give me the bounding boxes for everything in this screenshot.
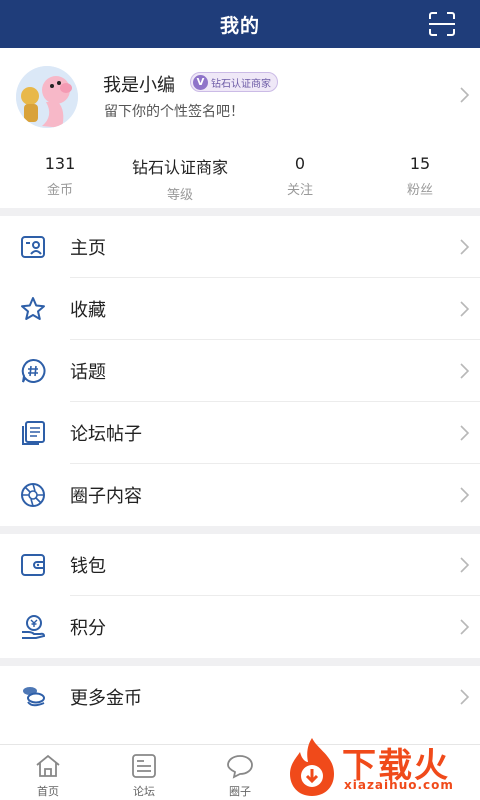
tab-circle[interactable]: 圈子 [192, 745, 288, 800]
watermark-logo: 下载火 xiazaihuo.com [282, 734, 480, 800]
menu-label: 积分 [70, 618, 106, 639]
menu-label: 话题 [70, 362, 106, 383]
chevron-right-icon [460, 425, 470, 441]
aperture-icon [21, 483, 45, 507]
stat-value: 15 [409, 154, 431, 173]
star-icon [21, 297, 45, 320]
avatar[interactable] [16, 66, 78, 128]
stat-coins[interactable]: 131 金币 [0, 146, 120, 208]
stat-label: 粉丝 [406, 183, 433, 198]
hashtag-icon [21, 358, 46, 383]
homepage-card-icon [21, 236, 45, 258]
top-nav-bar: 我的 [0, 0, 480, 48]
menu-label: 钱包 [70, 556, 106, 577]
tab-forum[interactable]: 论坛 [96, 745, 192, 800]
menu-item-forum-posts[interactable]: 论坛帖子 [0, 402, 480, 464]
flame-logo-icon [290, 738, 334, 796]
coins-icon [23, 687, 45, 707]
verified-v-icon: V [193, 74, 208, 90]
stat-label: 等级 [166, 188, 193, 203]
stats-row: 131 金币 钻石认证商家 等级 0 关注 15 粉丝 [0, 146, 480, 208]
menu-item-wallet[interactable]: 钱包 [0, 534, 480, 596]
tab-label: 论坛 [133, 785, 155, 798]
chevron-right-icon [460, 619, 470, 635]
stat-following[interactable]: 0 关注 [240, 146, 360, 208]
avatar-image [16, 66, 78, 128]
chat-bubble-icon [227, 755, 253, 779]
chevron-right-icon [460, 557, 470, 573]
tab-label: 圈子 [229, 785, 251, 798]
watermark-url: xiazaihuo.com [344, 778, 454, 792]
section-separator [0, 658, 480, 666]
nickname: 我是小编 [103, 75, 175, 96]
points-icon [22, 615, 46, 639]
chevron-right-icon [460, 301, 470, 317]
chevron-right-icon [460, 689, 470, 705]
menu-label: 主页 [70, 238, 106, 259]
stat-value: 0 [294, 154, 306, 173]
stat-label: 金币 [46, 183, 73, 198]
scan-icon[interactable] [428, 12, 456, 36]
tab-home[interactable]: 首页 [0, 745, 96, 800]
document-icon [22, 421, 45, 445]
tab-label: 首页 [37, 785, 59, 798]
badge-label: 钻石认证商家 [211, 78, 271, 90]
stat-value: 钻石认证商家 [131, 158, 228, 177]
menu-label: 更多金币 [70, 688, 142, 709]
chevron-right-icon [460, 487, 470, 503]
menu-label: 圈子内容 [70, 486, 142, 507]
menu-item-more-coins[interactable]: 更多金币 [0, 666, 480, 728]
forum-icon [132, 754, 156, 778]
menu-label: 论坛帖子 [70, 424, 142, 445]
menu-item-points[interactable]: 积分 [0, 596, 480, 658]
section-separator [0, 526, 480, 534]
section-separator [0, 208, 480, 216]
page-title: 我的 [219, 14, 260, 37]
profile-card[interactable]: 我是小编 V 钻石认证商家 留下你的个性签名吧！ [0, 48, 480, 146]
chevron-right-icon [460, 87, 470, 103]
chevron-right-icon [460, 363, 470, 379]
wallet-icon [21, 554, 45, 576]
stat-value: 131 [44, 154, 76, 173]
menu-item-homepage[interactable]: 主页 [0, 216, 480, 278]
menu-label: 收藏 [70, 300, 106, 321]
stat-label: 关注 [286, 183, 313, 198]
chevron-right-icon [460, 239, 470, 255]
menu-item-circle-content[interactable]: 圈子内容 [0, 464, 480, 526]
stat-fans[interactable]: 15 粉丝 [360, 146, 480, 208]
stat-level[interactable]: 钻石认证商家 等级 [120, 146, 240, 208]
merchant-badge: V 钻石认证商家 [190, 72, 278, 92]
menu-item-topics[interactable]: 话题 [0, 340, 480, 402]
home-icon [36, 754, 60, 777]
menu-item-favorites[interactable]: 收藏 [0, 278, 480, 340]
signature-text: 留下你的个性签名吧！ [104, 104, 244, 120]
